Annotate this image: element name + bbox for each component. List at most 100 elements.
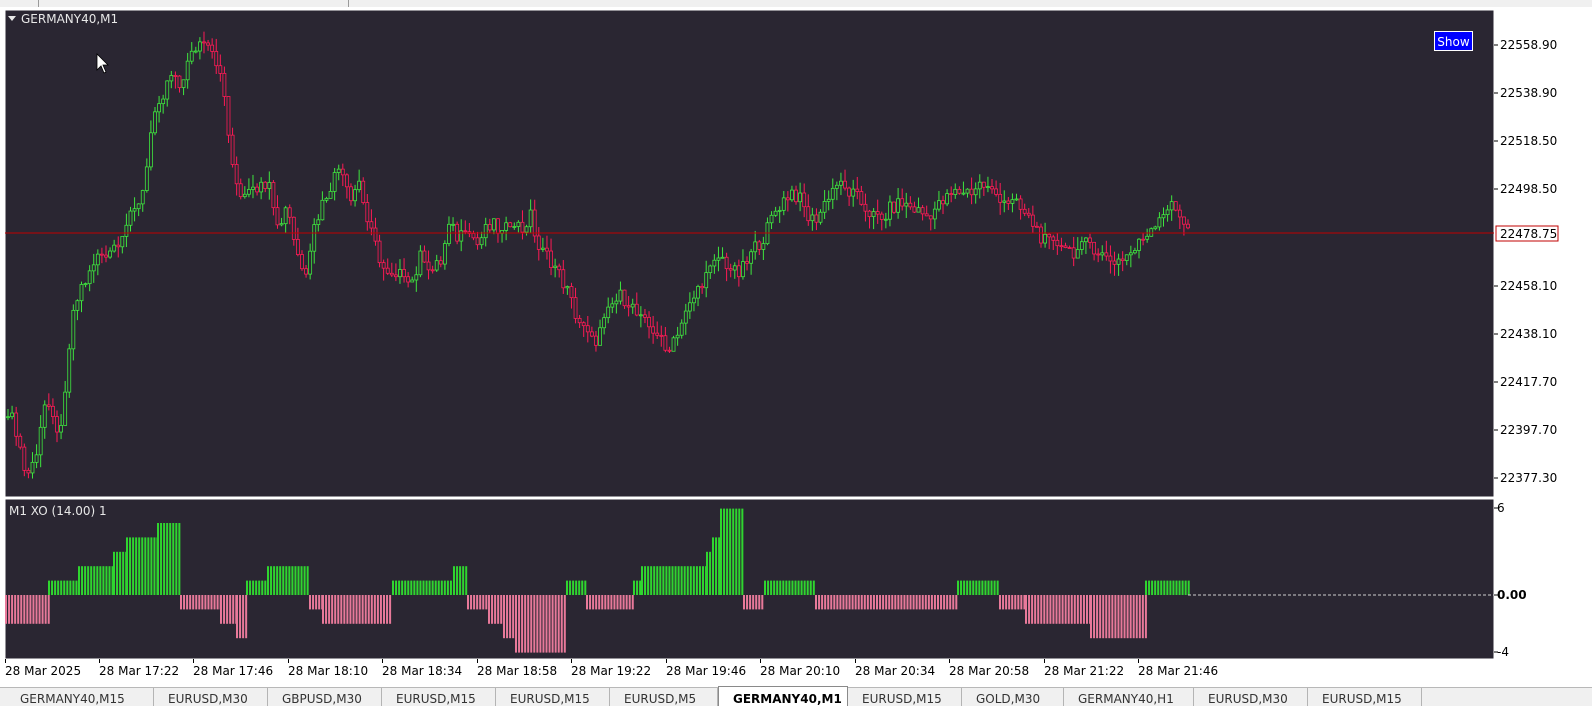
histogram-bar <box>239 595 242 639</box>
histogram-bar <box>891 595 894 610</box>
histogram-bar <box>566 580 568 595</box>
histogram-bar <box>488 595 490 624</box>
histogram-bar <box>119 551 122 595</box>
histogram-bar <box>863 595 866 610</box>
histogram-bar <box>616 595 619 610</box>
candle <box>622 289 627 309</box>
histogram-bar <box>1014 595 1017 610</box>
time-tick-label: 28 Mar 18:10 <box>288 664 368 678</box>
histogram-bar <box>860 595 863 610</box>
histogram-bar <box>815 595 817 610</box>
histogram-bar <box>836 595 839 610</box>
histogram-bar <box>972 580 975 595</box>
chart-tab[interactable]: EURUSD,M15 <box>382 688 496 706</box>
histogram-bar <box>93 566 96 595</box>
histogram-bar <box>105 566 108 595</box>
histogram-bar <box>122 551 125 595</box>
histogram-bar <box>806 580 809 595</box>
histogram-bar <box>930 595 933 610</box>
histogram-bar <box>1043 595 1046 624</box>
chart-tab[interactable]: EURUSD,M15 <box>496 688 610 706</box>
histogram-bar <box>752 595 755 610</box>
chart-canvas[interactable]: GERMANY40,M1 M1 XO (14.00) 1 22558.90 225… <box>0 7 1592 687</box>
histogram-bar <box>147 537 150 595</box>
histogram-bar <box>1082 595 1085 624</box>
price-tick-label: 22377.30 <box>1500 471 1557 485</box>
histogram-bar <box>346 595 349 624</box>
indicator-tick: 6 <box>1497 501 1505 515</box>
histogram-bar <box>604 595 607 610</box>
histogram-bar <box>921 595 924 610</box>
candle <box>1173 201 1178 212</box>
histogram-bar <box>854 595 857 610</box>
histogram-bar <box>270 566 273 595</box>
histogram-bar <box>66 580 69 595</box>
time-tick-label: 28 Mar 19:22 <box>571 664 651 678</box>
histogram-bar <box>955 595 958 610</box>
strip-divider <box>348 0 349 7</box>
histogram-bar <box>527 595 530 653</box>
histogram-bar <box>246 580 248 595</box>
histogram-bar <box>718 537 721 595</box>
chart-tab[interactable]: EURUSD,M30 <box>154 688 268 706</box>
histogram-bar <box>249 580 252 595</box>
histogram-bar <box>431 580 434 595</box>
histogram-bar <box>607 595 610 610</box>
strip-divider <box>38 0 39 7</box>
histogram-bar <box>1055 595 1058 624</box>
chart-tab[interactable]: GOLD,M30 <box>962 688 1064 706</box>
histogram-bar <box>1037 595 1040 624</box>
histogram-bar <box>207 595 210 610</box>
histogram-bar <box>785 580 788 595</box>
histogram-bar <box>610 595 613 610</box>
histogram-bar <box>1096 595 1099 639</box>
histogram-bar <box>456 566 459 595</box>
histogram-bar <box>201 595 204 610</box>
histogram-bar <box>993 580 996 595</box>
chart-window[interactable]: GERMANY40,M1 M1 XO (14.00) 1 22558.90 225… <box>0 7 1592 687</box>
histogram-bar <box>1099 595 1102 639</box>
histogram-bar <box>595 595 598 610</box>
histogram-bar <box>84 566 87 595</box>
histogram-bar <box>1111 595 1114 639</box>
histogram-bar <box>198 595 201 610</box>
histogram-bar <box>1017 595 1020 610</box>
histogram-bar <box>494 595 497 624</box>
show-button[interactable]: Show <box>1434 31 1473 51</box>
histogram-bar <box>927 595 930 610</box>
histogram-bar <box>677 566 680 595</box>
histogram-bar <box>692 566 695 595</box>
histogram-bar <box>1157 580 1160 595</box>
histogram-bar <box>349 595 352 624</box>
histogram-bar <box>75 580 78 595</box>
chart-tab[interactable]: EURUSD,M30 <box>1194 688 1308 706</box>
chart-tab[interactable]: GBPUSD,M30 <box>268 688 382 706</box>
histogram-bar <box>425 580 428 595</box>
histogram-bar <box>1020 595 1023 610</box>
histogram-bar <box>462 566 465 595</box>
histogram-bar <box>242 595 245 639</box>
chart-tab[interactable]: GERMANY40,M15 <box>6 688 154 706</box>
indicator-panel[interactable] <box>4 498 1495 660</box>
histogram-bar <box>343 595 346 624</box>
histogram-bar <box>996 580 999 595</box>
histogram-bar <box>842 595 845 610</box>
histogram-bar <box>818 595 821 610</box>
histogram-bar <box>963 580 966 595</box>
histogram-bar <box>102 566 105 595</box>
chart-tab[interactable]: GERMANY40,H1 <box>1064 688 1194 706</box>
histogram-bar <box>1138 595 1141 639</box>
histogram-bar <box>69 580 72 595</box>
chart-tab[interactable]: EURUSD,M5 <box>610 688 718 706</box>
histogram-bar <box>178 523 181 595</box>
histogram-bar <box>636 580 639 595</box>
histogram-bar <box>267 566 269 595</box>
chart-tab[interactable]: EURUSD,M15 <box>1308 688 1422 706</box>
chart-tab[interactable]: GERMANY40,M1 <box>718 686 848 706</box>
histogram-bar <box>210 595 213 610</box>
histogram-bar <box>216 595 219 610</box>
chart-tab[interactable]: EURUSD,M15 <box>848 688 962 706</box>
histogram-bar <box>113 551 115 595</box>
histogram-bar <box>924 595 927 610</box>
histogram-bar <box>261 580 264 595</box>
